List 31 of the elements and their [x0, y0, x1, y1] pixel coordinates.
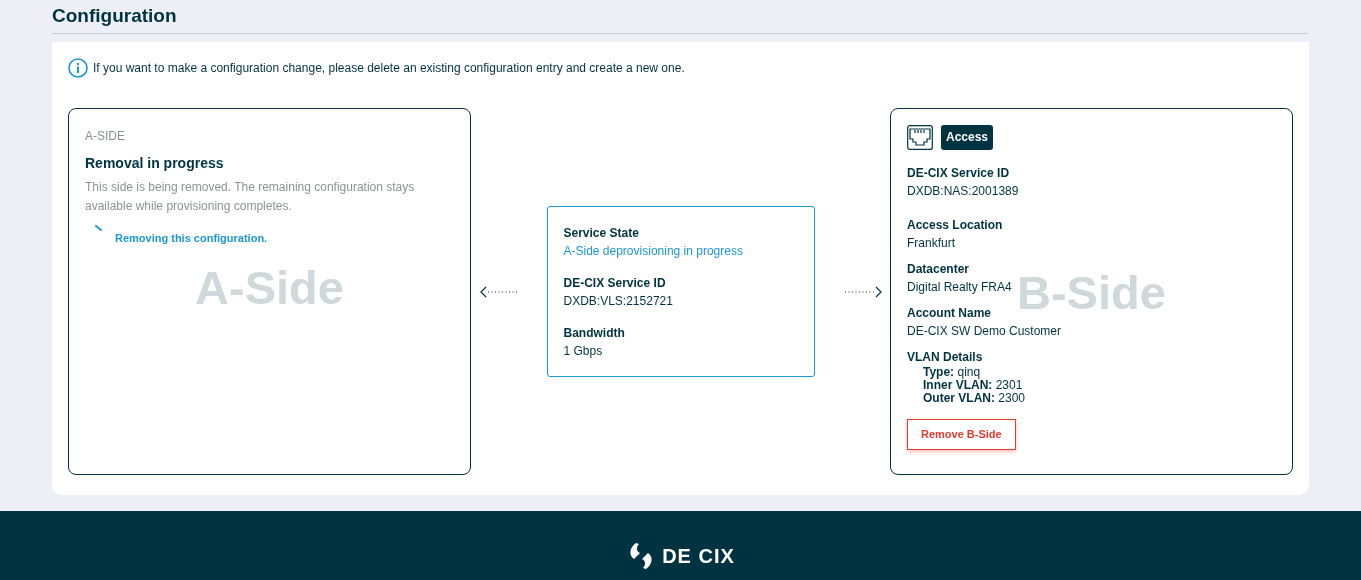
dotted-arrow-right-icon [842, 285, 883, 298]
field-value: A-Side deprovisioning in progress [563, 243, 744, 260]
page-title: Configuration [52, 5, 178, 28]
field-label: Account Name [907, 305, 993, 322]
field-label: Datacenter [907, 261, 971, 278]
field-label: DE-CIX Service ID [907, 165, 1011, 182]
field-value: DXDB:VLS:2152721 [563, 293, 674, 310]
field-label: Access Location [907, 217, 1004, 234]
remove-b-side-button[interactable]: Remove B-Side [907, 419, 1016, 450]
field-label: DE-CIX Service ID [563, 275, 667, 292]
vlan-detail: Inner VLAN: 2301 [923, 379, 1024, 392]
vlan-detail: Type: qinq [923, 366, 982, 379]
card-description: This side is being removed. The remaining configuration stays available while provisioning completes. [85, 179, 416, 215]
field-value: Frankfurt [907, 235, 955, 252]
status-text: Removing this configuration. [115, 231, 268, 246]
field-label: Bandwidth [563, 325, 626, 342]
field-value: 1 Gbps [563, 343, 604, 360]
info-icon [68, 58, 88, 78]
info-text: If you want to make a configuration change, please delete an existing configuration entry and create a new one. [93, 60, 685, 77]
dotted-arrow-left-icon [478, 285, 519, 298]
field-value: DXDB:NAS:2001389 [907, 183, 1019, 200]
ethernet-port-icon [907, 125, 933, 150]
card-title: Removal in progress [85, 154, 225, 173]
field-value: DE-CIX SW Demo Customer [907, 323, 1062, 340]
field-label: Service State [563, 225, 640, 242]
field-value: Digital Realty FRA4 [907, 279, 1012, 296]
field-label: VLAN Details [907, 349, 984, 366]
side-label: A-SIDE [85, 128, 126, 145]
access-badge: Access [941, 125, 994, 150]
vlan-detail: Outer VLAN: 2300 [923, 392, 1027, 405]
logo-text: DE CIX [662, 544, 735, 569]
